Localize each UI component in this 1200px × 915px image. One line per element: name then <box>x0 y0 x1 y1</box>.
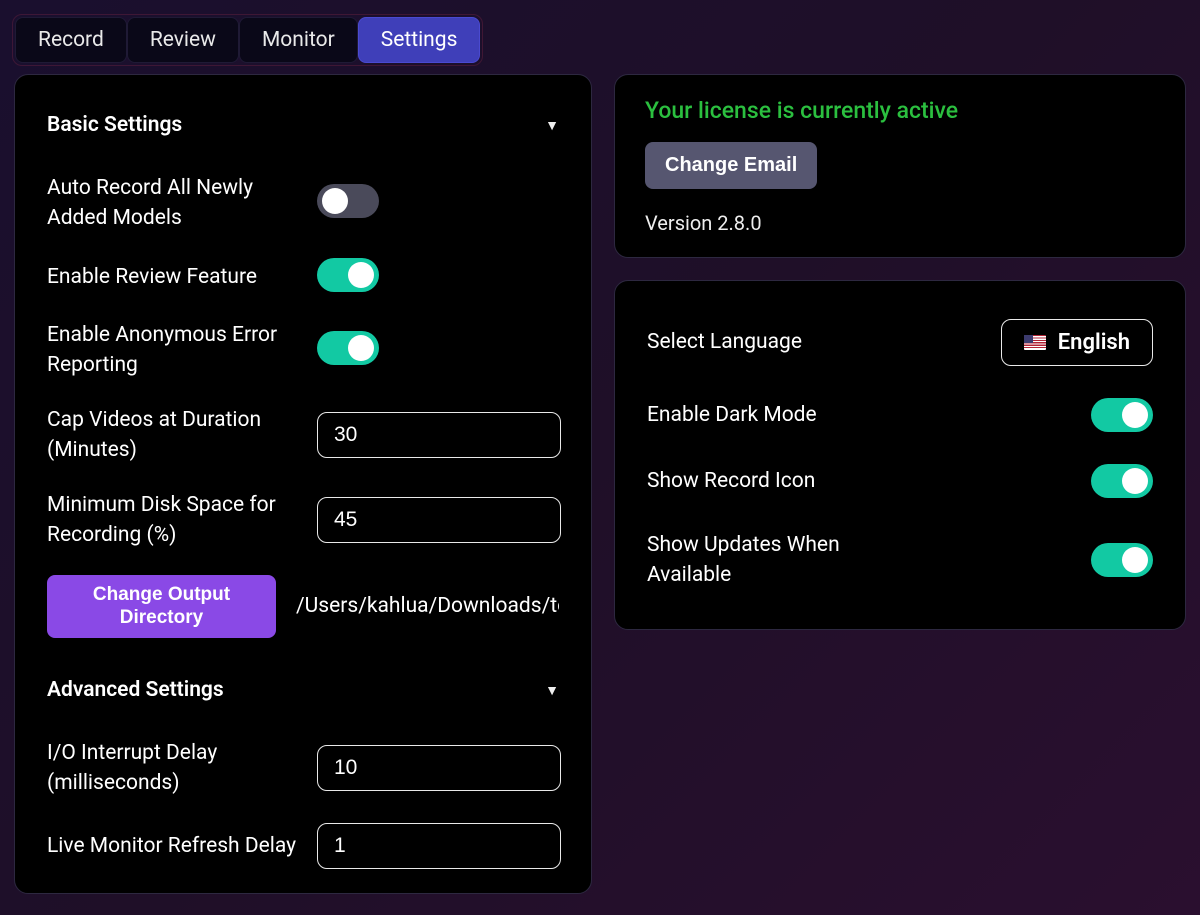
language-label: Select Language <box>647 327 802 357</box>
monitor-refresh-input[interactable] <box>317 823 561 869</box>
tab-record[interactable]: Record <box>15 17 127 63</box>
basic-settings-header[interactable]: Basic Settings ▼ <box>45 99 561 161</box>
auto-record-label: Auto Record All Newly Added Models <box>47 173 297 234</box>
settings-panel: Basic Settings ▼ Auto Record All Newly A… <box>14 74 592 894</box>
cap-duration-label: Cap Videos at Duration (Minutes) <box>47 405 297 466</box>
min-disk-input[interactable] <box>317 497 561 543</box>
network-timeout-input[interactable] <box>317 893 561 894</box>
change-output-button[interactable]: Change Output Directory <box>47 575 276 639</box>
chevron-down-icon: ▼ <box>545 117 559 134</box>
tab-review[interactable]: Review <box>127 17 239 63</box>
language-select[interactable]: English <box>1001 319 1153 366</box>
change-email-button[interactable]: Change Email <box>645 142 817 189</box>
dark-mode-label: Enable Dark Mode <box>647 400 817 430</box>
basic-settings-title: Basic Settings <box>47 113 182 137</box>
dark-mode-toggle[interactable] <box>1091 398 1153 432</box>
chevron-down-icon: ▼ <box>545 682 559 699</box>
language-value: English <box>1058 330 1130 355</box>
record-icon-label: Show Record Icon <box>647 466 815 496</box>
auto-record-toggle[interactable] <box>317 184 379 218</box>
output-path: /Users/kahlua/Downloads/test <box>296 594 559 618</box>
anon-error-toggle[interactable] <box>317 331 379 365</box>
min-disk-label: Minimum Disk Space for Recording (%) <box>47 490 297 551</box>
io-delay-label: I/O Interrupt Delay (milliseconds) <box>47 738 297 799</box>
license-status: Your license is currently active <box>645 97 1155 142</box>
record-icon-toggle[interactable] <box>1091 464 1153 498</box>
review-feature-toggle[interactable] <box>317 258 379 292</box>
tab-settings[interactable]: Settings <box>358 17 481 63</box>
advanced-settings-title: Advanced Settings <box>47 678 224 702</box>
license-panel: Your license is currently active Change … <box>614 74 1186 258</box>
advanced-settings-header[interactable]: Advanced Settings ▼ <box>45 664 561 726</box>
cap-duration-input[interactable] <box>317 412 561 458</box>
monitor-refresh-label: Live Monitor Refresh Delay <box>47 831 297 861</box>
updates-label: Show Updates When Available <box>647 530 917 591</box>
prefs-panel: Select Language English Enable Dark Mode… <box>614 280 1186 630</box>
version-label: Version 2.8.0 <box>645 189 1155 235</box>
flag-us-icon <box>1024 335 1046 350</box>
io-delay-input[interactable] <box>317 745 561 791</box>
review-feature-label: Enable Review Feature <box>47 262 297 292</box>
tab-bar: Record Review Monitor Settings <box>12 14 483 66</box>
tab-monitor[interactable]: Monitor <box>239 17 358 63</box>
updates-toggle[interactable] <box>1091 543 1153 577</box>
anon-error-label: Enable Anonymous Error Reporting <box>47 320 297 381</box>
